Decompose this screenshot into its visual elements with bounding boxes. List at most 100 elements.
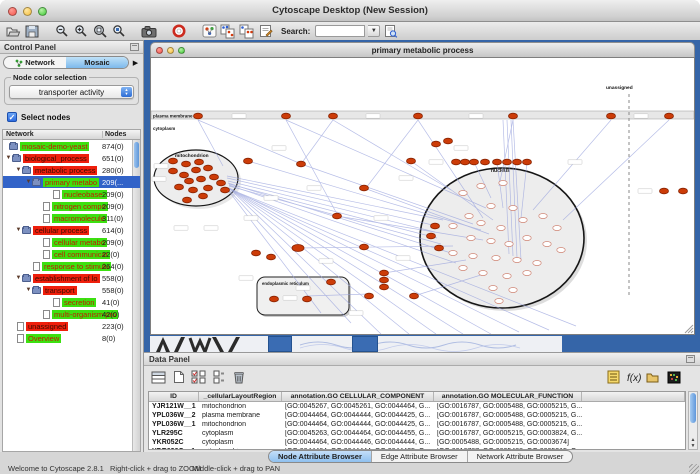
node[interactable] [461,159,470,165]
zoom-out-icon[interactable] [54,24,70,39]
node[interactable] [175,184,184,190]
tree-row-nitrogen-compo[interactable]: nitrogen compo209(0) [3,200,140,212]
tree-row-response-to-stimulu[interactable]: response to stimulu264(0) [3,260,140,272]
node[interactable] [465,214,473,219]
save-icon[interactable] [24,24,40,39]
tab-edge-attribute-browser[interactable]: Edge Attribute Browser [372,451,468,462]
node[interactable] [449,251,457,256]
node[interactable] [360,185,369,191]
network-window-titlebar[interactable]: primary metabolic process [150,42,695,57]
tree-row-macromolecule[interactable]: macromolecule311(0) [3,212,140,224]
node[interactable] [267,254,276,260]
tree-row-secretion[interactable]: secretion41(0) [3,296,140,308]
node[interactable] [492,256,500,261]
table-row[interactable]: YLR295Ccytoplasm[GO:0045263, GO:0044464,… [149,429,685,438]
function-builder-icon[interactable]: f(x) [625,369,642,385]
tree-row-unassigned[interactable]: unassigned223(0) [3,320,140,332]
node[interactable] [513,258,521,263]
node[interactable] [489,286,497,291]
combo-stepper-icon[interactable]: ▲▼ [121,87,132,97]
search-input[interactable] [315,25,365,37]
node[interactable] [192,167,201,173]
tree-row-multi-organism-pro[interactable]: multi-organism pro42(0) [3,308,140,320]
app-titlebar[interactable]: Cytoscape Desktop (New Session) [0,0,700,22]
node[interactable] [244,158,253,164]
import-attributes-icon[interactable] [645,369,662,385]
tree-row-establishment-of-lo[interactable]: ▼establishment of lo558(0) [3,272,140,284]
table-row[interactable]: YJR121W__1mitochondrion[GO:0045267, GO:0… [149,402,685,411]
node[interactable] [523,236,531,241]
node[interactable] [204,185,213,191]
zoom-in-icon[interactable] [73,24,89,39]
canvas-resize-grip[interactable] [685,325,693,333]
node[interactable] [365,293,374,299]
tab-node-attribute-browser[interactable]: Node Attribute Browser [269,451,372,462]
node[interactable] [553,226,561,231]
merge-networks-icon[interactable] [220,24,236,39]
attribute-list-icon[interactable] [605,369,622,385]
node[interactable] [333,213,342,219]
expand-arrow-icon[interactable]: ▼ [15,227,22,233]
column-header[interactable]: annotation.GO MOLECULAR_FUNCTION [434,392,582,401]
tree-row-transport[interactable]: ▼transport558(0) [3,284,140,296]
node[interactable] [493,159,502,165]
node[interactable] [470,159,479,165]
expand-arrow-icon[interactable]: ▼ [15,167,22,173]
node[interactable] [199,193,208,199]
search-dropdown-icon[interactable]: ▼ [368,25,380,37]
node[interactable] [557,248,565,253]
node[interactable] [497,226,505,231]
node[interactable] [509,206,517,211]
tree-row-mosaic-demo-yeast[interactable]: mosaic-demo-yeast874(0) [3,140,140,152]
tab-network[interactable]: Network [4,57,66,68]
node[interactable] [197,176,206,182]
tab-network-attribute-browser[interactable]: Network Attribute Browser [468,451,573,462]
node[interactable] [414,113,423,119]
node[interactable] [185,178,194,184]
node[interactable] [410,293,419,299]
node[interactable] [169,168,178,174]
node[interactable] [292,245,304,252]
node[interactable] [360,244,369,250]
table-row[interactable]: YPL036W__2plasma membrane[GO:0044464, GO… [149,411,685,420]
network-canvas[interactable]: plasma membranecytoplasmmitochondrionnuc… [150,57,695,335]
node[interactable] [169,158,178,164]
node[interactable] [543,242,551,247]
node[interactable] [509,288,517,293]
node[interactable] [327,279,336,285]
open-icon[interactable] [5,24,21,39]
node[interactable] [380,277,389,283]
node[interactable] [380,270,389,276]
node[interactable] [479,271,487,276]
node[interactable] [444,138,453,144]
node[interactable] [221,187,230,193]
node[interactable] [505,242,513,247]
node[interactable] [189,187,198,193]
node[interactable] [427,233,436,239]
node[interactable] [282,113,291,119]
node[interactable] [431,223,440,229]
node[interactable] [329,113,338,119]
merge-networks-alt-icon[interactable] [239,24,255,39]
expand-arrow-icon[interactable]: ▼ [25,287,32,293]
tree-row-overview[interactable]: Overview8(0) [3,332,140,344]
attribute-matrix-icon[interactable] [665,369,682,385]
node[interactable] [503,159,512,165]
node[interactable] [665,113,674,119]
column-header[interactable]: ID [149,392,199,401]
node[interactable] [499,181,507,186]
node[interactable] [459,191,467,196]
unselect-attributes-icon[interactable] [210,369,227,385]
node-color-select[interactable]: transporter activity ▲▼ [9,85,134,99]
select-attributes-icon[interactable] [190,369,207,385]
tree-row-nucleobase-[interactable]: nucleobase-209(0) [3,188,140,200]
data-panel-scrollbar[interactable]: ▲▼ [688,391,698,450]
node[interactable] [481,159,490,165]
tree-row-cellular-process[interactable]: ▼cellular process614(0) [3,224,140,236]
tab-mosaic[interactable]: Mosaic [66,57,128,68]
node[interactable] [270,296,279,302]
node[interactable] [449,224,457,229]
node[interactable] [533,261,541,266]
float-panel-icon[interactable] [686,355,695,363]
node[interactable] [539,214,547,219]
